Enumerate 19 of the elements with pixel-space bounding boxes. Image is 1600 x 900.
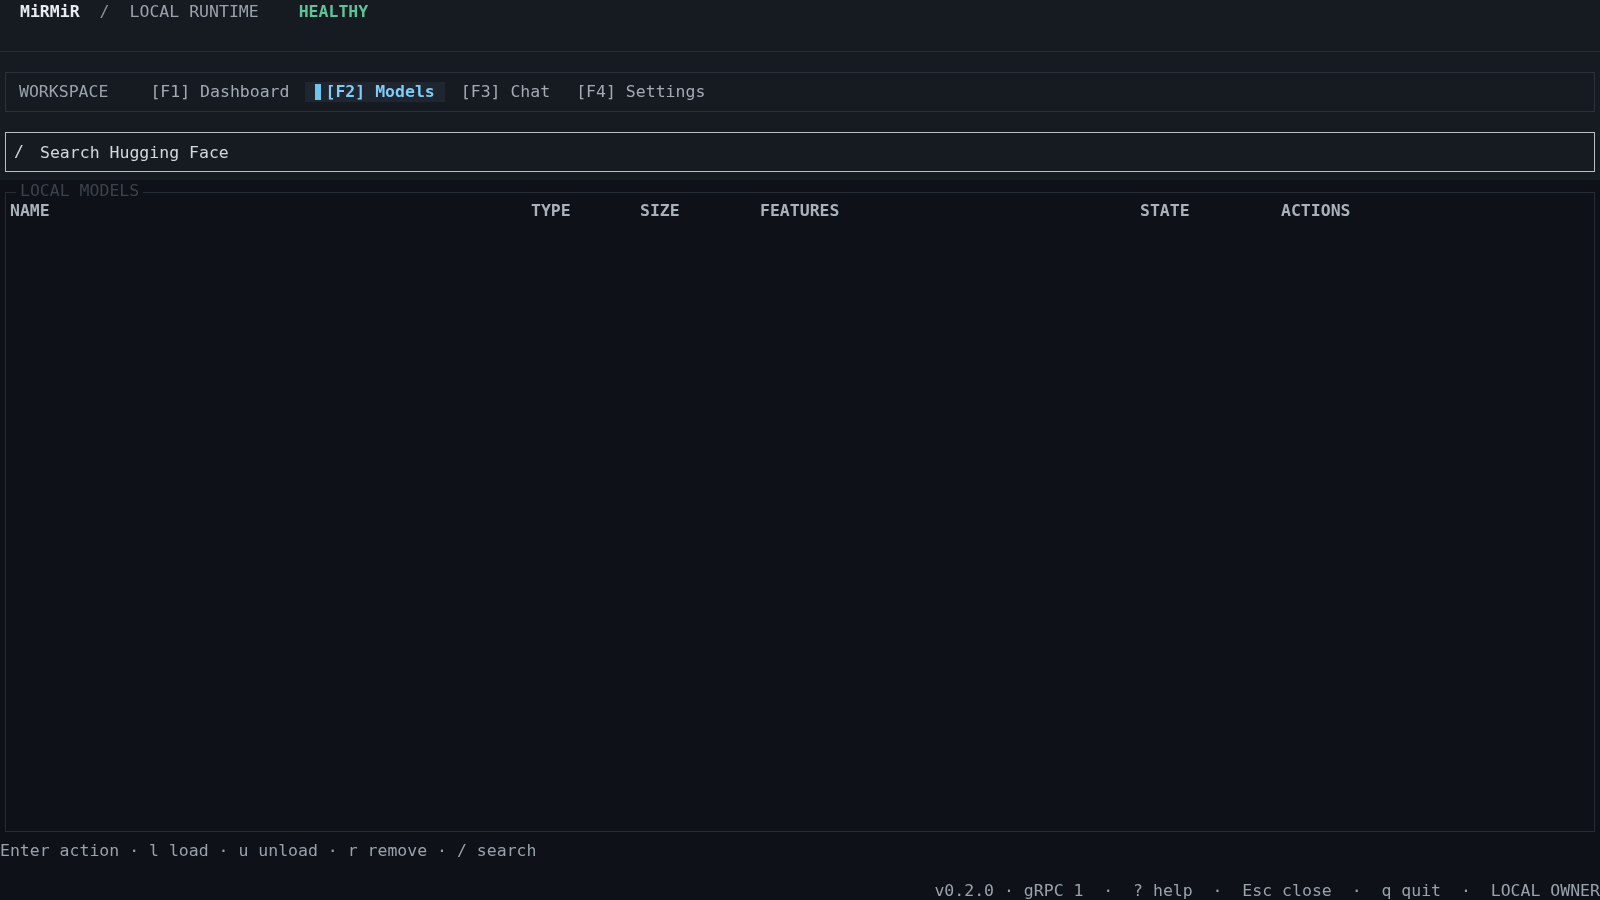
status-bar-text: v0.2.0 · gRPC 1 · ? help · Esc close · q quit · LOCAL OWNER	[934, 882, 1600, 900]
cursor-icon	[315, 84, 322, 100]
nav-tab[interactable]: [F1] Dashboard	[140, 82, 300, 102]
search-prompt: /	[14, 142, 24, 162]
workspace-label: WORKSPACE	[19, 82, 109, 102]
column-header: ACTIONS	[1281, 201, 1351, 221]
column-header: SIZE	[640, 201, 680, 221]
runtime-label: LOCAL RUNTIME	[129, 2, 259, 22]
column-header: NAME	[10, 201, 50, 221]
nav-tab[interactable]: [F4] Settings	[566, 82, 716, 102]
column-header: TYPE	[531, 201, 571, 221]
nav-tab[interactable]: [F3] Chat	[450, 82, 561, 102]
app-title: MiRMiR	[20, 2, 80, 22]
column-header: FEATURES	[760, 201, 840, 221]
health-status: HEALTHY	[298, 2, 369, 22]
breadcrumb-separator: /	[99, 2, 110, 22]
key-hints: Enter action · l load · u unload · r remove · / search	[0, 841, 537, 861]
column-header: STATE	[1140, 201, 1190, 221]
nav-tab[interactable]: [F2] Models	[305, 82, 445, 102]
